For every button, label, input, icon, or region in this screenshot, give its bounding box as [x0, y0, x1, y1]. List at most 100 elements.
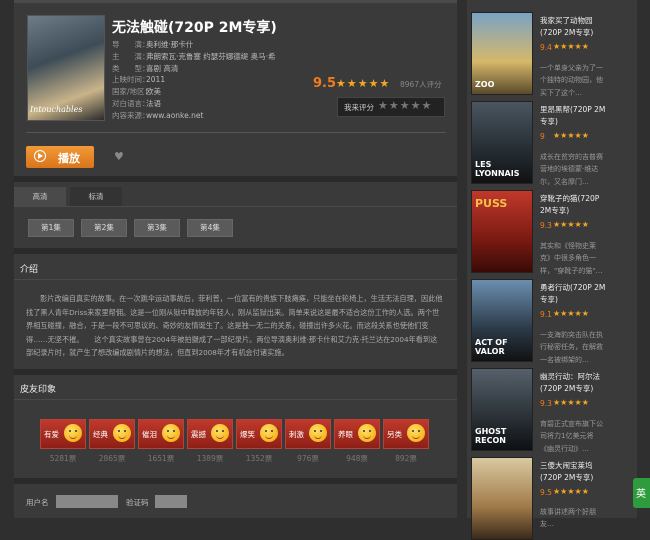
sidebar-item-desc: 其实和《怪物史莱克》中很多角色一样，"穿靴子的猫"… — [540, 242, 603, 275]
tab-hd[interactable]: 高清 — [14, 187, 66, 206]
laughing-icon — [260, 424, 278, 442]
my-rating-label: 我来评分 — [344, 103, 374, 112]
username-label: 用户名 — [26, 498, 49, 507]
director-link[interactable]: 奥利维·那卡什 — [146, 40, 193, 49]
cast-link[interactable]: 弗朗索瓦·克鲁塞 约瑟芬娜德缇 奥马·希 — [146, 52, 276, 61]
info-row-year: 上映时间：2011 — [112, 75, 166, 85]
movie-info: 导 演：奥利维·那卡什 主 演：弗朗索瓦·克鲁塞 约瑟芬娜德缇 奥马·希 类 型… — [112, 39, 276, 122]
divider — [26, 132, 446, 133]
intro-title-line — [14, 279, 457, 280]
sidebar-thumb[interactable]: LES LYONNAIS — [471, 101, 533, 184]
smiley-icon — [64, 424, 82, 442]
thumb-text: ZOO — [475, 80, 495, 89]
floating-language-button[interactable]: 英 — [633, 478, 650, 508]
sidebar-item-rating: 9.3 — [540, 221, 552, 230]
tab-underline — [14, 206, 457, 207]
crying-icon — [162, 424, 180, 442]
shocked-icon — [211, 424, 229, 442]
rating-stars: ★★★★★ — [336, 77, 391, 90]
sidebar-item-title[interactable]: 穿靴子的猫(720P 2M专享) — [540, 193, 608, 217]
thumb-text: GHOST RECON — [475, 427, 507, 445]
reaction-label: 另类 — [387, 430, 402, 439]
reaction-count: 1352票 — [245, 454, 273, 463]
my-rating-box: 我来评分 ★★★★★ — [337, 97, 445, 117]
sidebar-item-desc: 一个单身父亲为了一个独特的动物园，他买下了这个… — [540, 64, 603, 97]
sidebar-item-desc: 一支海豹突击队在执行秘密任务，在解救一名被绑架的… — [540, 331, 603, 364]
info-row-region: 国家/地区：欧美 — [112, 87, 161, 97]
sidebar-thumb[interactable]: GHOST RECON — [471, 368, 533, 451]
reactions-title: 皮友印象 — [20, 385, 57, 395]
reaction-button[interactable]: 养眼 — [334, 419, 380, 449]
captcha-input[interactable] — [155, 495, 187, 508]
sidebar-item-rating: 9 — [540, 132, 545, 141]
play-icon — [34, 150, 46, 162]
sidebar-item-title[interactable]: 里昂黑帮(720P 2M专享) — [540, 104, 608, 128]
thumb-text: PUSS — [475, 197, 508, 210]
sidebar-item-title[interactable]: 三傻大闹宝莱坞(720P 2M专享) — [540, 460, 608, 484]
sidebar-item-desc: 故事讲述两个好朋友… — [540, 508, 596, 529]
sidebar-item-stars: ★★★★★ — [553, 309, 589, 318]
genre-link[interactable]: 喜剧 高清 — [146, 64, 178, 73]
reaction-button[interactable]: 爆笑 — [236, 419, 282, 449]
reaction-count: 2865票 — [98, 454, 126, 463]
sidebar-item-stars: ★★★★★ — [553, 398, 589, 407]
reaction-label: 催泪 — [142, 430, 157, 439]
my-rating-stars[interactable]: ★★★★★ — [378, 99, 432, 112]
sidebar-item-stars: ★★★★★ — [553, 220, 589, 229]
sidebar-item-rating: 9.4 — [540, 43, 552, 52]
cool-icon — [309, 424, 327, 442]
reaction-button[interactable]: 经典 — [89, 419, 135, 449]
reaction-button[interactable]: 震撼 — [187, 419, 233, 449]
rating-score: 9.5 — [313, 76, 337, 91]
sidebar-item-desc: 育碧正式宣布旗下公司将力1亿美元将《幽灵行动》… — [540, 420, 603, 453]
section-separator — [14, 369, 457, 375]
tab-sd[interactable]: 标清 — [70, 187, 122, 206]
floating-button-label: 英 — [636, 489, 646, 500]
reaction-label: 养眼 — [338, 430, 353, 439]
reaction-button[interactable]: 催泪 — [138, 419, 184, 449]
reaction-button[interactable]: 刺激 — [285, 419, 331, 449]
heart-eyes-icon — [358, 424, 376, 442]
sidebar-item-stars: ★★★★★ — [553, 487, 589, 496]
info-row-language: 对白语言：法语 — [112, 98, 161, 108]
movie-poster[interactable]: Intouchables — [27, 15, 105, 121]
reaction-label: 震撼 — [191, 430, 206, 439]
sidebar-item-title[interactable]: 我家买了动物园(720P 2M专享) — [540, 15, 608, 39]
intro-title: 介绍 — [20, 265, 39, 275]
reaction-label: 爆笑 — [240, 430, 255, 439]
sidebar-thumb[interactable]: PUSS — [471, 190, 533, 273]
weird-face-icon — [407, 424, 425, 442]
intro-text: 影片改编自真实的故事。在一次跳伞运动事故后，菲利普，一位富有的贵族下肢瘫痪，只能… — [26, 294, 443, 358]
reaction-count: 1389票 — [196, 454, 224, 463]
episode-button[interactable]: 第1集 — [28, 219, 74, 237]
section-separator — [14, 478, 457, 484]
reaction-count: 948票 — [346, 454, 368, 463]
reaction-count: 976票 — [297, 454, 319, 463]
sidebar-thumb[interactable]: ACT OF VALOR — [471, 279, 533, 362]
username-input[interactable] — [56, 495, 118, 508]
sidebar-item-stars: ★★★★★ — [553, 42, 589, 51]
reaction-label: 刺激 — [289, 430, 304, 439]
episode-button[interactable]: 第4集 — [187, 219, 233, 237]
sidebar-thumb[interactable]: ZOO — [471, 12, 533, 95]
poster-title-text: Intouchables — [30, 105, 83, 114]
episode-button[interactable]: 第3集 — [134, 219, 180, 237]
reaction-button[interactable]: 有爱 — [40, 419, 86, 449]
sidebar-item-rating: 9.1 — [540, 310, 552, 319]
reaction-label: 经典 — [93, 430, 108, 439]
sidebar-item-rating: 9.3 — [540, 399, 552, 408]
sidebar-item-desc: 成长在贫穷的吉普赛营地的埃德蒙·维达尔，又名摩门… — [540, 153, 603, 186]
info-row-genre: 类 型：喜剧 高清 — [112, 63, 179, 73]
info-row-director: 导 演：奥利维·那卡什 — [112, 40, 194, 49]
reactions-title-line — [14, 399, 457, 400]
sidebar-item-title[interactable]: 勇者行动(720P 2M专享) — [540, 282, 608, 306]
favorite-heart-icon[interactable]: ♥ — [114, 150, 124, 163]
reaction-button[interactable]: 另类 — [383, 419, 429, 449]
section-separator — [14, 176, 457, 182]
play-button[interactable]: 播放 — [26, 146, 94, 168]
episode-button[interactable]: 第2集 — [81, 219, 127, 237]
top-bar — [14, 0, 457, 3]
play-label: 播放 — [58, 152, 80, 165]
sidebar-item-title[interactable]: 幽灵行动：阿尔法(720P 2M专享) — [540, 371, 608, 395]
sidebar-thumb[interactable] — [471, 457, 533, 540]
